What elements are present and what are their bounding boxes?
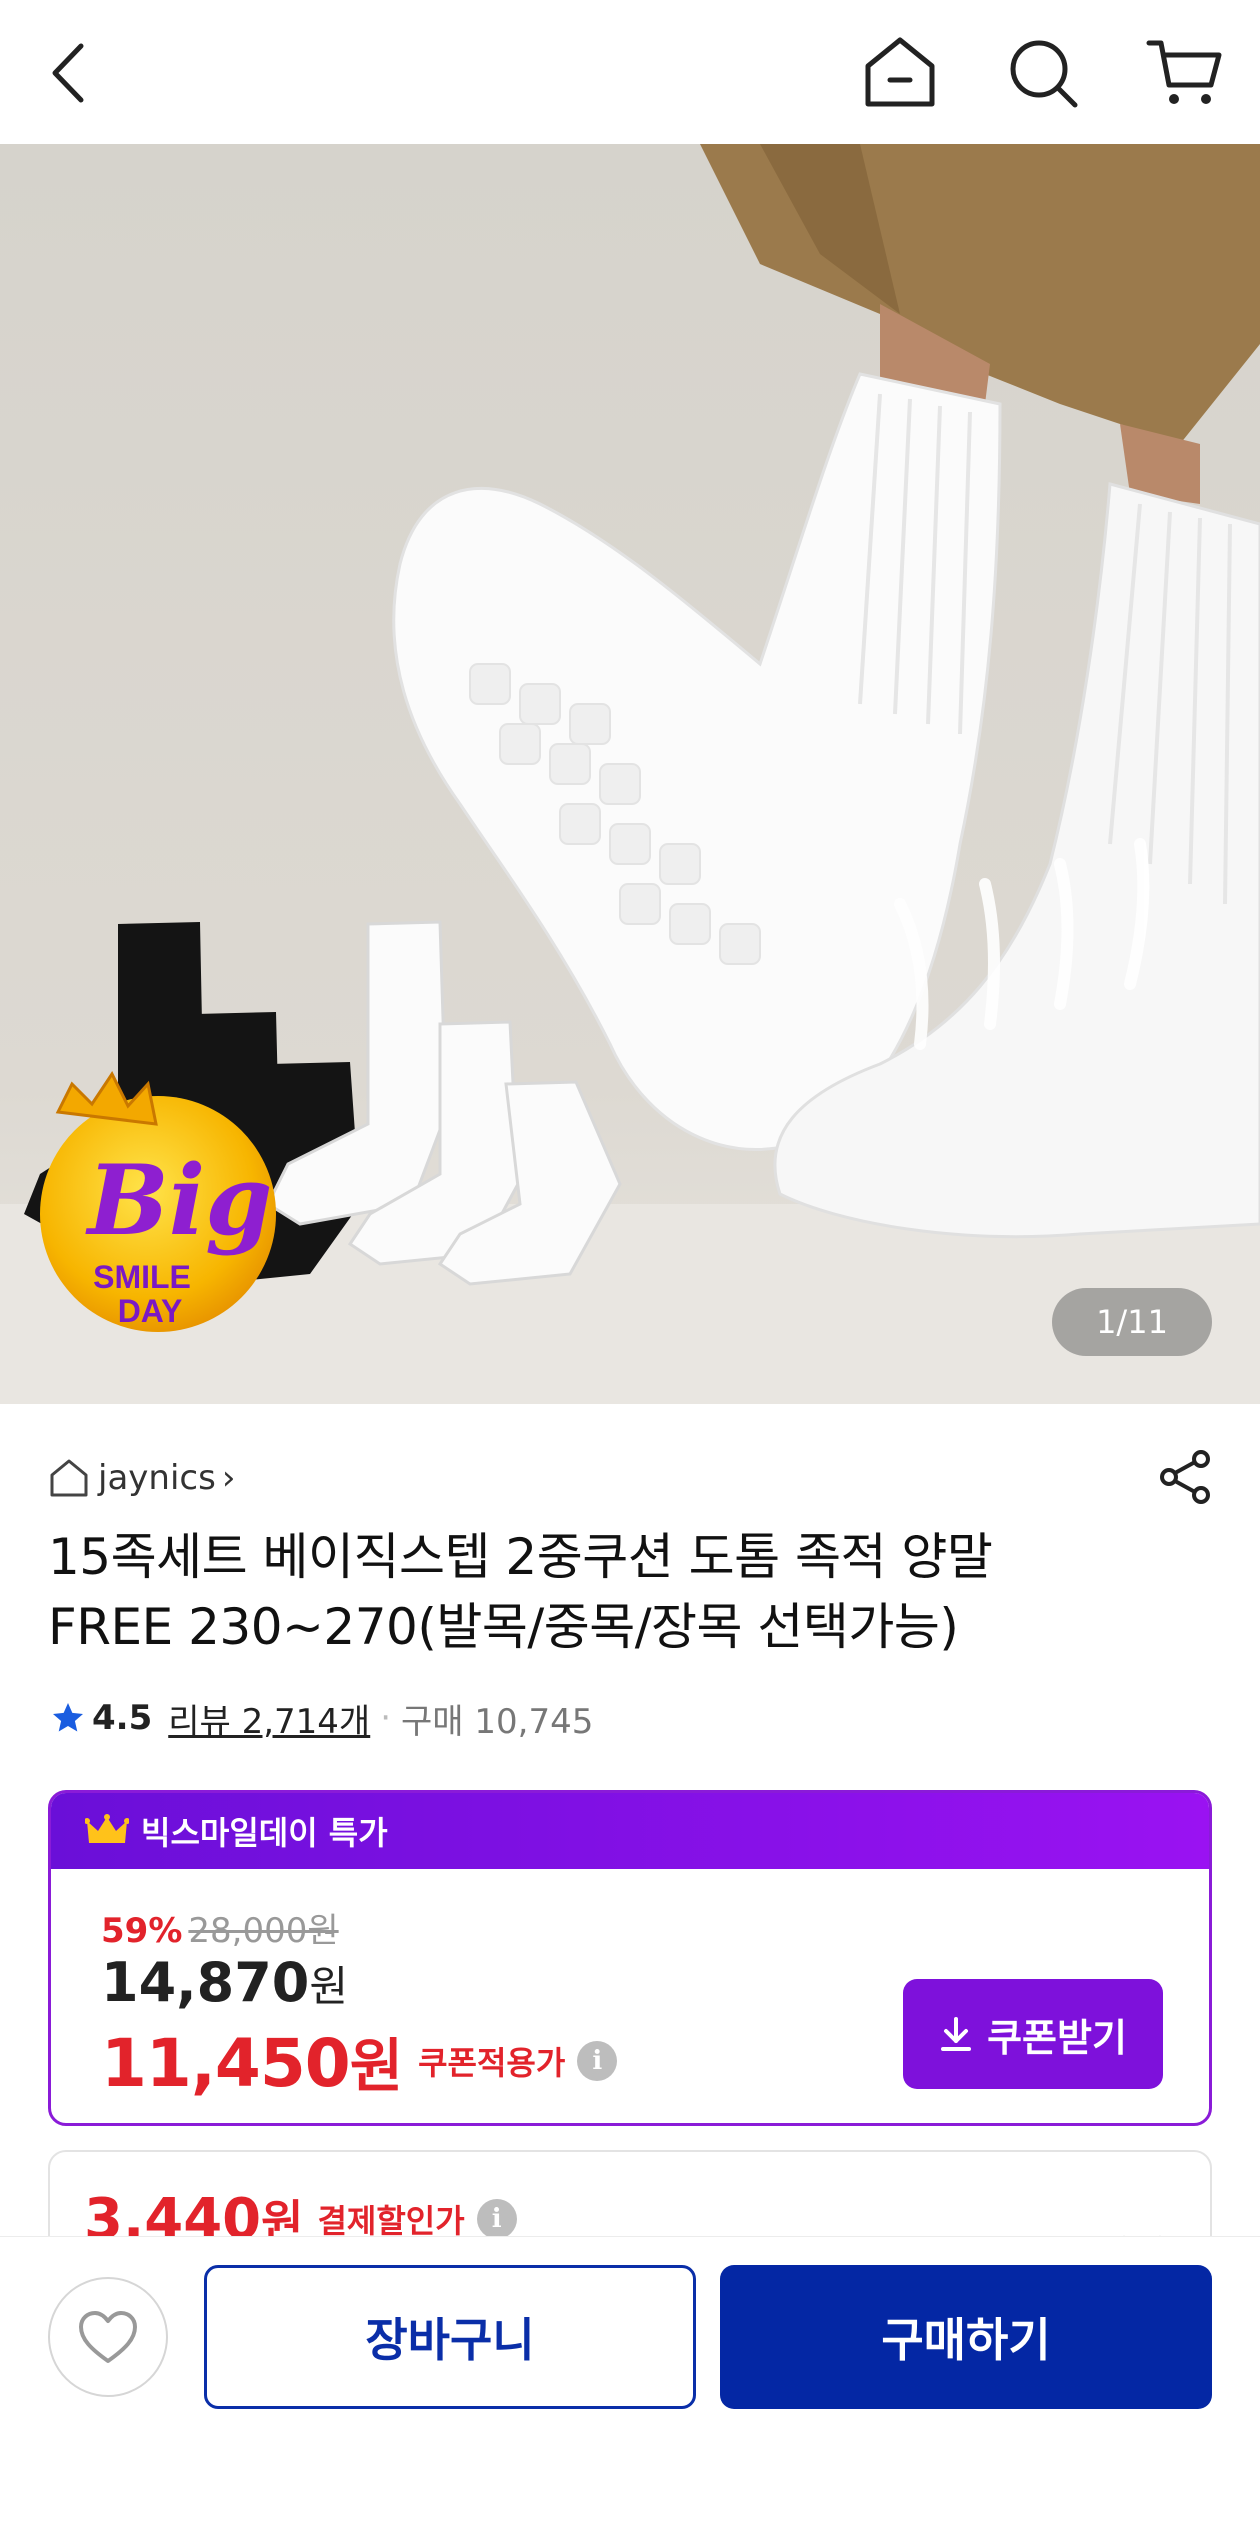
sale-price: 14,870원: [101, 1951, 348, 2014]
product-title: 15족세트 베이직스텝 2중쿠션 도톰 족적 양말 FREE 230~270(발…: [48, 1522, 1218, 1662]
info-icon[interactable]: i: [577, 2041, 618, 2081]
coupon-price-label: 쿠폰적용가: [418, 2044, 566, 2082]
cart-icon: [1146, 40, 1222, 104]
share-icon: [1160, 1450, 1210, 1504]
promo-banner: 빅스마일데이 특가: [51, 1793, 1209, 1869]
coupon-price-unit: 원: [349, 2032, 403, 2100]
search-icon: [1010, 40, 1078, 108]
coupon-price-value: 11,450: [101, 2025, 351, 2102]
chevron-left-icon: [52, 43, 84, 103]
product-title-line-1: 15족세트 베이직스텝 2중쿠션 도톰 족적 양말: [48, 1528, 993, 1586]
promo-banner-text: 빅스마일데이 특가: [141, 1814, 388, 1852]
home-icon: [865, 37, 935, 107]
coupon-price-row: 11,450원 쿠폰적용가 i: [101, 2019, 618, 2103]
badge-big-text: Big: [85, 1144, 273, 1257]
review-count-link[interactable]: 리뷰 2,714개: [168, 1694, 370, 1743]
original-price: 28,000원: [188, 1911, 339, 1951]
discount-percent: 59%: [101, 1911, 183, 1951]
purchase-count: 구매 10,745: [401, 1701, 594, 1742]
store-icon: [50, 1459, 88, 1497]
badge-day-text: DAY: [118, 1293, 183, 1329]
product-photo: Big SMILE DAY: [0, 144, 1260, 1404]
sale-price-value: 14,870: [101, 1951, 310, 2014]
seller-link[interactable]: jaynics ›: [48, 1448, 235, 1508]
buy-now-button[interactable]: 구매하기: [720, 2265, 1212, 2409]
cart-button[interactable]: [1140, 28, 1230, 118]
download-icon: [941, 2017, 972, 2051]
sale-price-unit: 원: [309, 1962, 349, 2011]
heart-icon: [79, 2311, 137, 2363]
seller-name: jaynics: [98, 1458, 216, 1498]
info-icon[interactable]: i: [476, 2199, 517, 2239]
chevron-right-icon: ›: [221, 1458, 236, 1498]
rating-value: 4.5: [92, 1698, 153, 1738]
add-to-cart-button[interactable]: 장바구니: [204, 2265, 696, 2409]
star-icon: [53, 1703, 83, 1732]
promo-price-card: 빅스마일데이 특가 59% 28,000원 14,870원 11,450원 쿠폰…: [48, 1790, 1212, 2126]
crown-icon: [85, 1814, 129, 1843]
get-coupon-label: 쿠폰받기: [987, 2015, 1127, 2060]
bottom-action-bar: 장바구니 구매하기: [0, 2236, 1260, 2532]
wishlist-button[interactable]: [48, 2277, 168, 2397]
image-counter: 1/11: [1052, 1288, 1212, 1356]
top-nav: [0, 0, 1260, 144]
home-button[interactable]: [855, 28, 945, 118]
product-title-line-2: FREE 230~270(발목/중목/장목 선택가능): [48, 1598, 959, 1656]
share-button[interactable]: [1152, 1444, 1218, 1510]
back-button[interactable]: [26, 28, 116, 118]
coupon-price: 11,450원: [101, 2019, 403, 2103]
badge-smile-text: SMILE: [93, 1259, 191, 1295]
search-button[interactable]: [998, 28, 1088, 118]
rating-row: 4.5 리뷰 2,714개 · 구매 10,745: [50, 1690, 593, 1746]
product-image-carousel[interactable]: Big SMILE DAY 1/11: [0, 144, 1260, 1404]
get-coupon-button[interactable]: 쿠폰받기: [903, 1979, 1163, 2089]
separator-dot: ·: [380, 1698, 392, 1738]
discount-row: 59% 28,000원: [101, 1903, 339, 1952]
